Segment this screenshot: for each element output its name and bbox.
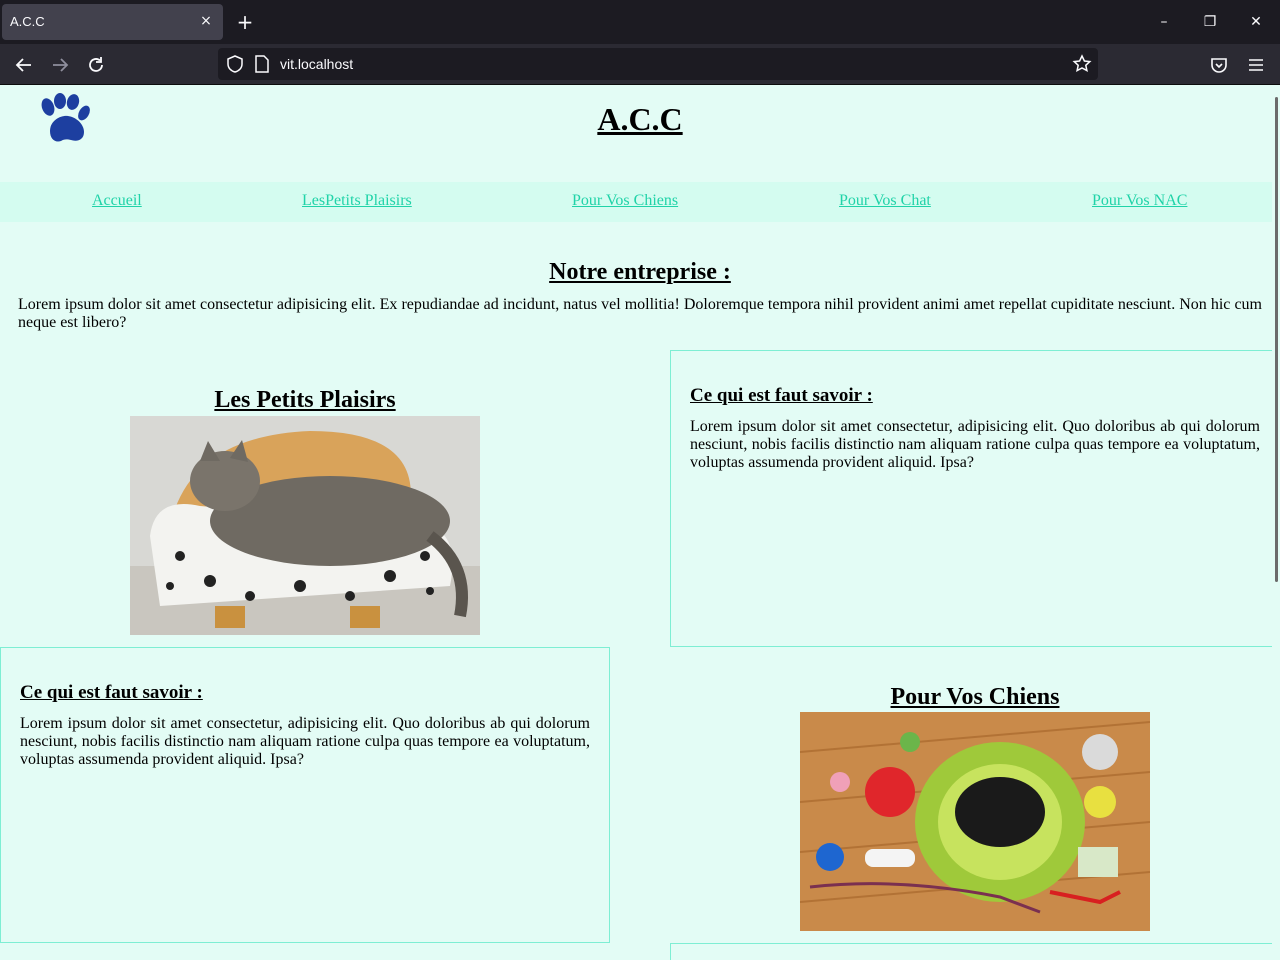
info-box-next (670, 943, 1272, 960)
about-title: Notre entreprise : (549, 259, 731, 285)
close-window-button[interactable]: ✕ (1246, 12, 1266, 32)
site-title: A.C.C (597, 101, 683, 137)
browser-tab-bar: A.C.C × + – ❐ ✕ (0, 0, 1280, 44)
browser-toolbar: vit.localhost (0, 44, 1280, 85)
info-title: Ce qui est faut savoir : (690, 385, 873, 406)
card-title-petits-plaisirs: Les Petits Plaisirs (214, 387, 396, 413)
about-text: Lorem ipsum dolor sit amet consectetur a… (18, 296, 1262, 331)
menu-link-petits-plaisirs[interactable]: LesPetits Plaisirs (302, 192, 412, 210)
minimize-window-button[interactable]: – (1154, 12, 1174, 32)
close-tab-icon[interactable]: × (197, 12, 215, 30)
main-menu: Accueil LesPetits Plaisirs Pour Vos Chie… (0, 182, 1272, 222)
info-box-petits-plaisirs: Ce qui est faut savoir : Lorem ipsum dol… (670, 350, 1272, 647)
bookmark-star-icon[interactable] (1072, 54, 1092, 79)
pocket-icon[interactable] (1206, 52, 1232, 78)
card-title-chiens: Pour Vos Chiens (890, 684, 1060, 710)
new-tab-button[interactable]: + (234, 11, 256, 33)
tab-title: A.C.C (10, 14, 45, 29)
back-arrow-icon[interactable] (11, 52, 37, 78)
shield-icon[interactable] (226, 55, 244, 78)
cat-sofa-image (130, 416, 480, 635)
info-text: Lorem ipsum dolor sit amet consectetur, … (20, 715, 590, 768)
info-title: Ce qui est faut savoir : (20, 682, 203, 703)
menu-hamburger-icon[interactable] (1243, 52, 1269, 78)
menu-link-accueil[interactable]: Accueil (92, 192, 142, 210)
restore-window-button[interactable]: ❐ (1200, 12, 1220, 32)
page-scrollbar[interactable] (1272, 85, 1280, 960)
menu-link-chiens[interactable]: Pour Vos Chiens (572, 192, 678, 210)
info-box-chiens: Ce qui est faut savoir : Lorem ipsum dol… (0, 647, 610, 943)
info-text: Lorem ipsum dolor sit amet consectetur, … (690, 418, 1260, 471)
url-text[interactable]: vit.localhost (280, 56, 353, 72)
menu-link-chat[interactable]: Pour Vos Chat (839, 192, 931, 210)
menu-link-nac[interactable]: Pour Vos NAC (1092, 192, 1187, 210)
browser-tab[interactable]: A.C.C × (2, 4, 223, 40)
page-icon (254, 55, 270, 78)
reload-icon[interactable] (83, 52, 109, 78)
forward-arrow-icon[interactable] (47, 52, 73, 78)
scrollbar-thumb[interactable] (1275, 97, 1278, 582)
url-bar[interactable]: vit.localhost (218, 48, 1098, 80)
web-page: A.C.C Accueil LesPetits Plaisirs Pour Vo… (0, 85, 1272, 960)
dog-bed-image (800, 712, 1150, 931)
